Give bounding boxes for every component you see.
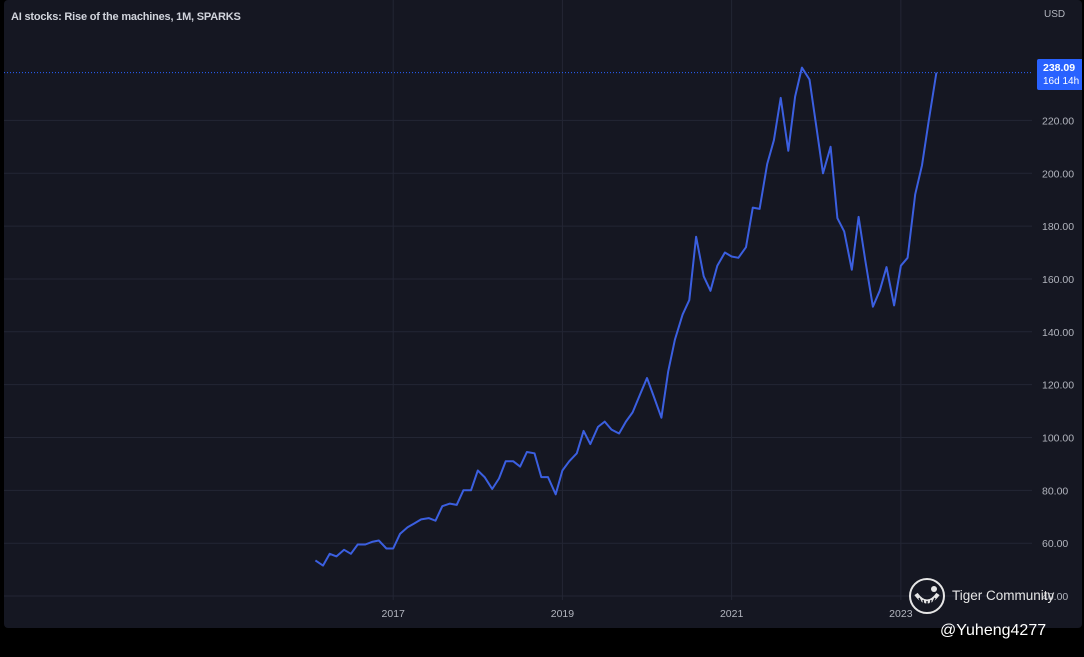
y-tick-label: 200.00 xyxy=(1042,168,1074,180)
tiger-community-watermark: Tiger Community xyxy=(908,577,1068,617)
y-tick-label: 140.00 xyxy=(1042,327,1074,339)
user-handle: @Yuheng4277 xyxy=(940,622,1047,639)
x-tick-label: 2019 xyxy=(551,608,575,620)
currency-label: USD xyxy=(1044,9,1066,20)
vertical-grid-lines xyxy=(392,0,902,600)
y-tick-label: 120.00 xyxy=(1042,380,1074,392)
chart-frame: 40.00 60.00 80.00 100.00 120.00 140.00 160.00 1… xyxy=(4,0,1082,628)
x-tick-label: 2017 xyxy=(382,608,406,620)
current-price-value: 238.09 xyxy=(1043,62,1076,74)
x-tick-label: 2021 xyxy=(720,608,744,620)
y-tick-label: 220.00 xyxy=(1042,115,1074,127)
chart-title: AI stocks: Rise of the machines, 1M, SPA… xyxy=(11,11,241,23)
y-axis-labels: 40.0060.0080.00100.00120.00140.00160.001… xyxy=(1042,115,1074,603)
y-tick-label: 160.00 xyxy=(1042,274,1074,286)
y-tick-label: 180.00 xyxy=(1042,221,1074,233)
y-tick-label: 60.00 xyxy=(1042,538,1068,550)
watermark-brand: Tiger Community xyxy=(952,588,1055,603)
y-tick-label: 80.00 xyxy=(1042,485,1068,497)
grid-lines xyxy=(4,119,1032,597)
x-axis-labels: 2017 2019 2021 2023 xyxy=(382,608,913,620)
series-line[interactable] xyxy=(314,66,938,567)
tiger-logo-icon xyxy=(909,578,945,614)
price-chart[interactable]: 40.0060.0080.00100.00120.00140.00160.001… xyxy=(4,0,1082,628)
current-price-badge: 238.09 16d 14h xyxy=(1037,59,1082,90)
y-tick-label: 100.00 xyxy=(1042,432,1074,444)
bar-countdown: 16d 14h xyxy=(1043,76,1080,87)
